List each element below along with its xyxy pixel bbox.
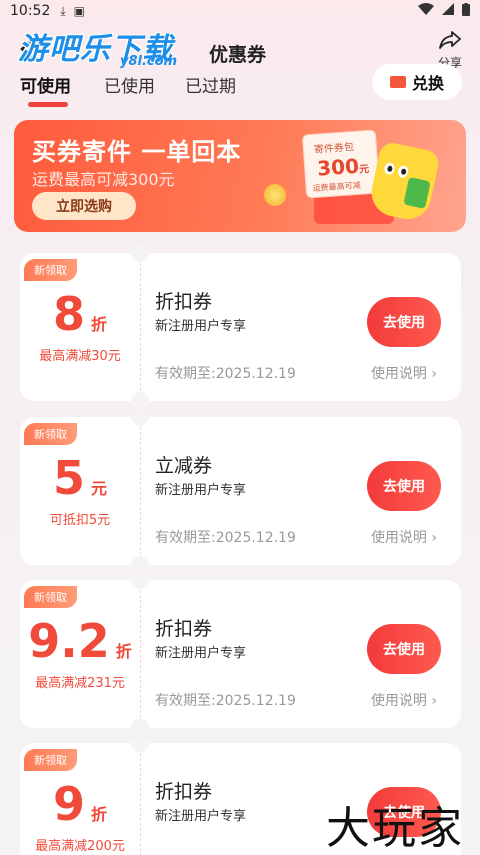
coupon-title: 折扣券 bbox=[155, 781, 213, 803]
coupon-expiry: 有效期至:2025.12.19 bbox=[155, 530, 296, 546]
new-badge: 新领取 bbox=[24, 586, 77, 608]
use-coupon-button[interactable]: 去使用 bbox=[367, 624, 441, 674]
coupon-subtitle: 新注册用户专享 bbox=[155, 319, 247, 334]
pack-label: 寄件券包 bbox=[313, 142, 355, 156]
coupon-condition: 最高满减200元 bbox=[35, 839, 125, 854]
tab-expired[interactable]: 已过期 bbox=[185, 72, 236, 97]
redeem-button[interactable]: 兑换 bbox=[372, 64, 462, 100]
watermark: 大玩家 bbox=[326, 803, 464, 854]
coupon-card: 新领取 9.2 折 最高满减231元 折扣券 新注册用户专享 有效期至:2025.… bbox=[20, 571, 461, 737]
coupon-value-section: 新领取 8折 最高满减30元 bbox=[20, 253, 140, 401]
share-icon bbox=[439, 31, 461, 54]
coupon-expiry: 有效期至:2025.12.19 bbox=[155, 366, 296, 382]
usage-rules-link[interactable]: 使用说明 › bbox=[371, 527, 437, 547]
coupon-card: 新领取 8折 最高满减30元 折扣券 新注册用户专享 有效期至:2025.12.… bbox=[20, 244, 461, 410]
coupon-value-section: 新领取 9折 最高满减200元 bbox=[20, 743, 140, 855]
new-badge: 新领取 bbox=[24, 423, 77, 445]
coupon-condition: 最高满减231元 bbox=[35, 676, 125, 691]
page-title: 优惠券 bbox=[209, 44, 267, 66]
promo-banner[interactable]: 买券寄件 一单回本 运费最高可减300元 立即选购 寄件券包 300元 运费最高… bbox=[14, 120, 466, 232]
use-coupon-button[interactable]: 去使用 bbox=[367, 461, 441, 511]
coupon-title: 折扣券 bbox=[155, 291, 213, 313]
notification-icon: ▣ bbox=[73, 4, 86, 18]
status-bar: 10:52 ⤓ ▣ bbox=[0, 0, 480, 22]
tab-available[interactable]: 可使用 bbox=[20, 72, 71, 97]
coupon-condition: 可抵扣5元 bbox=[49, 513, 111, 528]
usage-rules-link[interactable]: 使用说明 › bbox=[371, 363, 437, 383]
download-icon: ⤓ bbox=[60, 3, 66, 18]
redeem-label: 兑换 bbox=[411, 74, 444, 93]
usage-rules-link[interactable]: 使用说明 › bbox=[371, 690, 437, 710]
status-time: 10:52 bbox=[10, 3, 51, 19]
pack-amount: 300元 bbox=[316, 153, 370, 181]
chevron-right-icon: › bbox=[431, 366, 437, 382]
coupon-subtitle: 新注册用户专享 bbox=[155, 483, 247, 498]
banner-title: 买券寄件 一单回本 bbox=[32, 138, 242, 166]
use-coupon-button[interactable]: 去使用 bbox=[367, 297, 441, 347]
coupon-card: 新领取 5元 可抵扣5元 立减券 新注册用户专享 有效期至:2025.12.19… bbox=[20, 408, 461, 574]
battery-icon bbox=[462, 2, 470, 20]
coin-icon bbox=[264, 184, 286, 206]
ticket-icon bbox=[389, 76, 406, 88]
banner-buy-button[interactable]: 立即选购 bbox=[32, 192, 136, 220]
tab-bar: 可使用 已使用 已过期 兑换 bbox=[0, 64, 480, 116]
banner-subtitle: 运费最高可减300元 bbox=[32, 170, 175, 189]
coupon-subtitle: 新注册用户专享 bbox=[155, 809, 247, 824]
coupon-value-section: 新领取 9.2 折 最高满减231元 bbox=[20, 580, 140, 728]
coupon-title: 折扣券 bbox=[155, 618, 213, 640]
chevron-right-icon: › bbox=[431, 530, 437, 546]
coupon-amount: 9折 bbox=[52, 777, 108, 831]
logo: 游吧乐下载 y8l.com bbox=[18, 24, 188, 70]
coupon-amount: 5元 bbox=[52, 451, 108, 505]
coupon-value-section: 新领取 5元 可抵扣5元 bbox=[20, 417, 140, 565]
new-badge: 新领取 bbox=[24, 259, 77, 281]
pack-note: 运费最高可减 bbox=[312, 180, 361, 194]
logo-sub: y8l.com bbox=[120, 54, 178, 69]
wifi-icon bbox=[418, 3, 434, 19]
new-badge: 新领取 bbox=[24, 749, 77, 771]
coupon-title: 立减券 bbox=[155, 455, 213, 477]
coupon-amount: 8折 bbox=[52, 287, 108, 341]
tab-used[interactable]: 已使用 bbox=[104, 72, 155, 97]
coupon-expiry: 有效期至:2025.12.19 bbox=[155, 693, 296, 709]
chevron-right-icon: › bbox=[431, 693, 437, 709]
tab-indicator bbox=[28, 102, 68, 107]
coupon-condition: 最高满减30元 bbox=[39, 349, 121, 364]
signal-icon bbox=[442, 3, 454, 19]
coupon-amount: 9.2 折 bbox=[28, 614, 132, 668]
coupon-pack-illustration: 寄件券包 300元 运费最高可减 bbox=[301, 129, 381, 199]
coupon-subtitle: 新注册用户专享 bbox=[155, 646, 247, 661]
